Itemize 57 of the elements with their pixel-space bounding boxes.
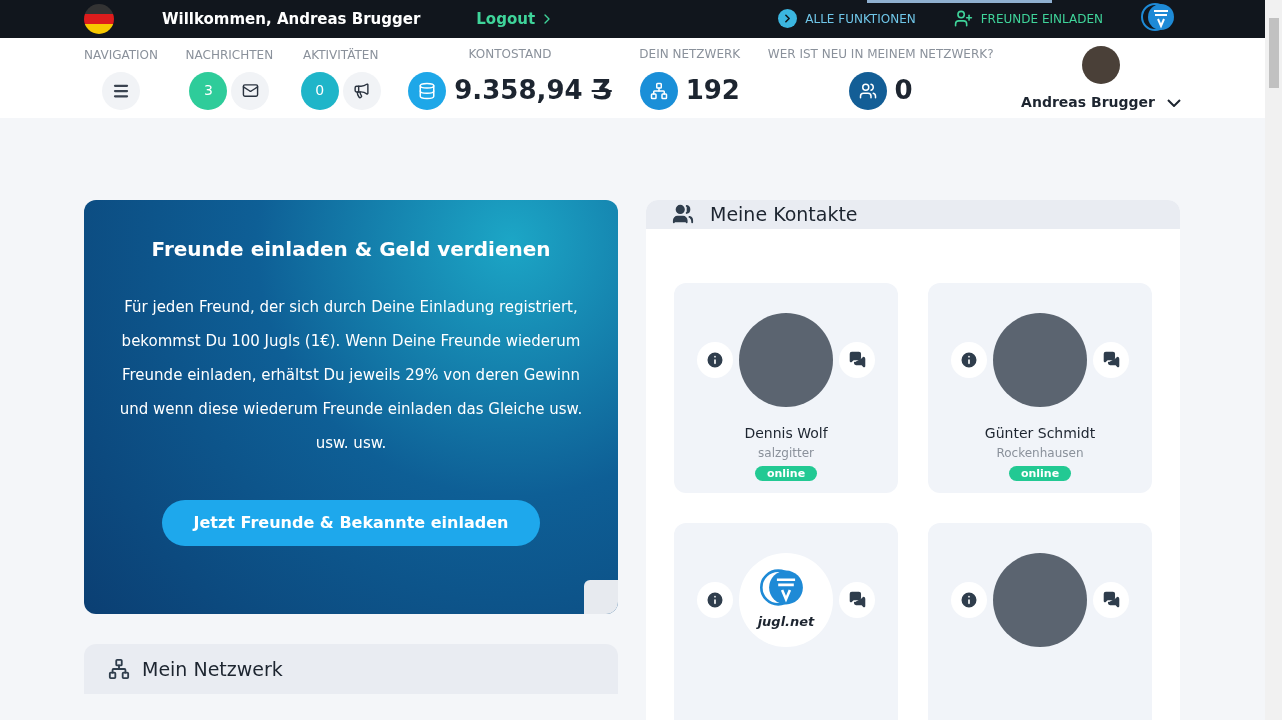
megaphone-icon [353,82,371,100]
panel-title: Meine Kontakte [710,202,858,227]
stat-label: NACHRICHTEN [185,46,274,64]
info-button[interactable] [951,341,987,378]
functions-link[interactable]: ALLE FUNKTIONEN [778,9,916,29]
user-plus-icon [953,9,973,29]
chat-icon [1102,591,1120,608]
chevron-down-icon [1166,98,1181,107]
chat-button[interactable] [839,581,875,618]
network-icon[interactable] [639,71,678,110]
folded-corner-icon [584,580,618,614]
info-button[interactable] [951,581,987,618]
stat-label: NAVIGATION [84,46,159,64]
contact-name[interactable]: Günter Schmidt [984,422,1096,444]
info-icon [705,589,725,610]
stat-value: 9.358,94 Ʒ [454,74,612,108]
chat-icon [848,591,866,608]
stat-label: KONTOSTAND [468,46,552,64]
info-button[interactable] [697,341,733,378]
stat-label: WER IST NEU IN MEINEM NETZWERK? [767,46,994,64]
chat-icon [848,351,866,368]
chat-button[interactable] [1093,341,1129,378]
chat-icon [1102,351,1120,368]
user-avatar-placeholder[interactable] [1082,46,1121,85]
invite-link[interactable]: FREUNDE EINLADEN [953,9,1103,29]
logout-link[interactable]: Logout [476,7,556,31]
menu-button[interactable] [102,71,140,110]
stat-label: DEIN NETZWERK [639,46,741,64]
logo-text: jugl.net [757,612,815,631]
coins-icon[interactable] [408,71,447,110]
stat-label: AKTIVITÄTEN [303,46,379,64]
info-icon [959,589,979,610]
status-badge: online [754,465,818,481]
welcome-text: Willkommen, Andreas Brugger [162,8,421,30]
contact-name[interactable]: Dennis Wolf [744,422,828,444]
users-icon[interactable] [848,71,887,110]
scrollbar[interactable] [1265,0,1282,720]
stat-value: 192 [685,74,740,108]
user-menu[interactable]: Andreas Brugger [1021,92,1181,114]
promo-text: Für jeden Freund, der sich durch Deine Einladung registriert, bekommst Du 100 Jugls (1€). Wenn Deine Freunde wiederum Freunde einladen, erhältst Du jeweils 29% von deren Gewinn und wenn diese wiederum Freunde einladen das Gleiche usw. usw. usw. [118,297,584,454]
status-badge: online [1008,465,1072,481]
info-icon [959,349,979,370]
stat-value: 0 [894,74,913,108]
promo-title: Freunde einladen & Geld verdienen [151,236,551,263]
info-icon [705,349,725,370]
info-button[interactable] [697,581,733,618]
users-icon [672,203,694,226]
german-flag-icon[interactable] [84,3,114,34]
chat-button[interactable] [1093,581,1129,618]
panel-title: Mein Netzwerk [142,656,283,682]
mail-button[interactable] [231,71,270,110]
contact-city: Rockenhausen [996,444,1084,462]
network-icon [108,658,130,680]
mail-icon [241,82,259,100]
megaphone-button[interactable] [342,71,381,110]
contact-city: salzgitter [758,444,814,462]
chat-button[interactable] [839,341,875,378]
